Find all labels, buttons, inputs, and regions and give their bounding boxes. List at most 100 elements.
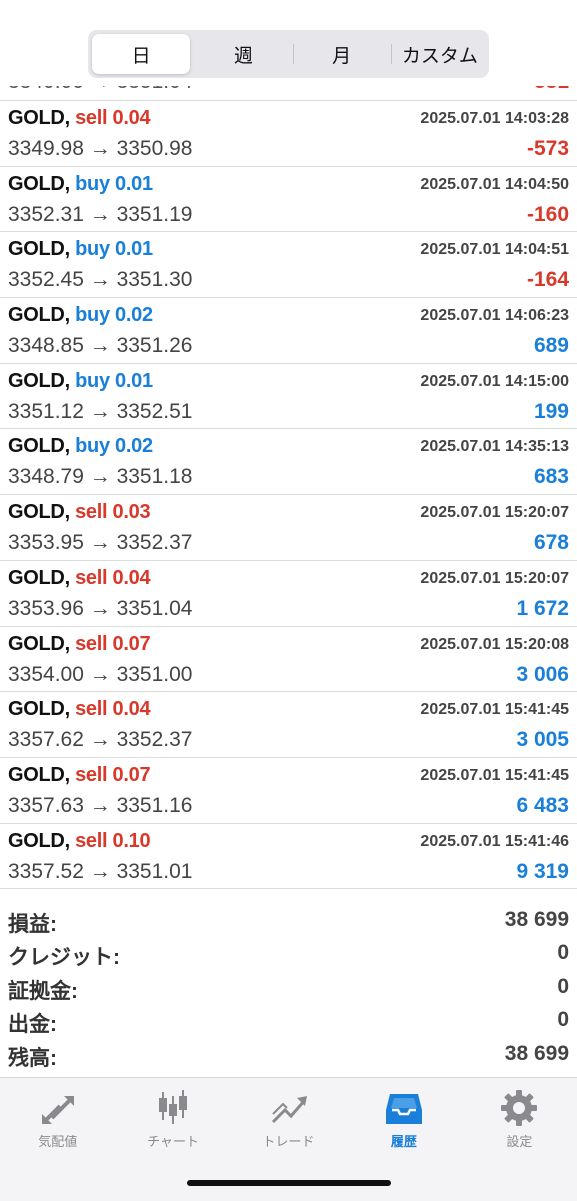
tab-trade[interactable]: トレード xyxy=(231,1078,346,1158)
trade-trend-icon xyxy=(271,1096,307,1124)
profit-value: 9 319 xyxy=(516,859,569,883)
trade-time: 2025.07.01 15:41:46 xyxy=(420,832,569,850)
trade-type: sell xyxy=(75,829,108,852)
summary-label: クレジット: xyxy=(8,946,120,970)
price-range: 3348.85 → 3351.26 xyxy=(8,334,193,358)
symbol-line: GOLD, buy 0.01 xyxy=(8,238,153,261)
trade-row[interactable]: GOLD, buy 0.01 2025.07.01 14:04:51 3352.45… xyxy=(0,232,577,299)
trade-row[interactable]: GOLD, buy 0.02 2025.07.01 14:35:13 3348.79… xyxy=(0,429,577,496)
price-range: 3357.62 → 3352.37 xyxy=(8,728,193,752)
price-range: 3351.12 → 3352.51 xyxy=(8,399,193,423)
symbol-line: GOLD, buy 0.02 xyxy=(8,435,153,458)
profit-value: 683 xyxy=(533,465,569,489)
summary-value: 38 699 xyxy=(504,1041,569,1065)
tab-history[interactable]: 履歴 xyxy=(346,1078,461,1158)
trade-lot: 0.01 xyxy=(115,369,153,392)
profit-value: 1 672 xyxy=(516,596,569,620)
tab-month[interactable]: 月 xyxy=(292,34,391,74)
summary-label: 損益: xyxy=(8,913,57,936)
profit-value: 678 xyxy=(533,531,569,555)
symbol-line: GOLD, sell 0.10 xyxy=(8,829,151,853)
price-range: 3354.00 → 3351.00 xyxy=(8,662,193,686)
trade-row[interactable]: GOLD, sell 0.03 2025.07.01 15:20:07 3353.9… xyxy=(0,495,577,561)
symbol: GOLD, xyxy=(8,304,70,327)
tab-settings[interactable]: 設定 xyxy=(462,1078,577,1158)
trade-history-list[interactable]: 3340.00 → 3351.04 -581 GOLD, sell 0.0420… xyxy=(0,64,577,890)
summary-balance-row: 残高: 38 699 xyxy=(0,1038,577,1071)
trade-type: buy xyxy=(75,369,110,392)
trade-row[interactable]: GOLD, sell 0.10 2025.07.01 15:41:46 3357.5… xyxy=(0,824,577,890)
summary-label: 残高: xyxy=(8,1046,57,1070)
account-summary: 損益: 38 699 クレジット: 0 証拠金: 0 出金: 0 残高: 38 … xyxy=(0,904,577,1071)
trade-time: 2025.07.01 15:20:07 xyxy=(420,569,569,587)
trade-row[interactable]: GOLD, sell 0.04 2025.07.01 15:41:45 3357.6… xyxy=(0,692,577,758)
trade-row[interactable]: GOLD, sell 0.07 2025.07.01 15:20:08 3354.0… xyxy=(0,627,577,693)
trade-time: 2025.07.01 14:15:00 xyxy=(420,372,569,390)
tab-label: 履歴 xyxy=(390,1134,417,1149)
summary-label: 証拠金: xyxy=(8,979,78,1003)
trade-lot: 0.03 xyxy=(112,501,151,524)
trade-time: 2025.07.01 15:20:08 xyxy=(420,635,569,653)
symbol: GOLD, xyxy=(8,435,70,458)
trade-row[interactable]: GOLD, sell 0.07 2025.07.01 15:41:45 3357.6… xyxy=(0,758,577,824)
tab-week[interactable]: 週 xyxy=(194,34,292,74)
trade-row[interactable]: GOLD, sell 0.04 2025.07.01 14:03:28 3349.9… xyxy=(0,101,577,167)
symbol: GOLD, xyxy=(8,501,70,524)
trade-type: sell xyxy=(75,107,108,129)
trade-row[interactable]: GOLD, sell 0.04 2025.07.01 15:20:07 3353.9… xyxy=(0,561,577,627)
symbol-line: GOLD, buy 0.01 xyxy=(8,173,153,196)
symbol: GOLD, xyxy=(8,172,70,195)
symbol-line: GOLD, sell 0.04 xyxy=(8,698,151,721)
summary-value: 0 xyxy=(557,941,569,965)
tab-chart[interactable]: チャート xyxy=(115,1078,230,1158)
profit-value: 199 xyxy=(533,399,569,423)
summary-value: 38 699 xyxy=(504,908,569,931)
tab-label: トレード xyxy=(262,1134,315,1149)
symbol-line: GOLD, sell 0.07 xyxy=(8,632,151,656)
symbol: GOLD, xyxy=(8,238,70,261)
trade-lot: 0.01 xyxy=(115,238,153,261)
trade-time: 2025.07.01 15:41:45 xyxy=(420,766,569,784)
candlestick-chart-icon xyxy=(159,1090,188,1124)
tab-day[interactable]: 日 xyxy=(92,34,191,74)
trade-lot: 0.04 xyxy=(112,107,151,129)
symbol: GOLD, xyxy=(8,566,70,589)
price-range: 3357.52 → 3351.01 xyxy=(8,859,193,883)
trade-type: buy xyxy=(75,238,110,261)
trade-type: sell xyxy=(75,566,108,589)
price-range: 3352.31 → 3351.19 xyxy=(8,202,193,226)
settings-gear-icon xyxy=(501,1090,538,1126)
tab-custom[interactable]: カスタム xyxy=(390,34,489,74)
summary-value: 0 xyxy=(557,1008,569,1032)
trade-lot: 0.04 xyxy=(112,698,151,721)
trade-lot: 0.04 xyxy=(112,566,151,589)
profit-value: 689 xyxy=(533,334,569,358)
trade-lot: 0.02 xyxy=(115,435,153,458)
trade-lot: 0.02 xyxy=(115,304,153,327)
symbol: GOLD, xyxy=(8,763,70,786)
trade-lot: 0.07 xyxy=(112,763,151,786)
symbol-line: GOLD, buy 0.02 xyxy=(8,304,153,327)
trade-type: sell xyxy=(75,501,108,524)
tab-label: 気配値 xyxy=(38,1134,78,1149)
trade-time: 2025.07.01 15:41:45 xyxy=(420,701,569,719)
tab-label: チャート xyxy=(147,1134,200,1149)
summary-withdrawal-row: 出金: 0 xyxy=(0,1004,577,1037)
summary-credit-row: クレジット: 0 xyxy=(0,937,577,970)
trade-row[interactable]: GOLD, buy 0.01 2025.07.01 14:04:50 3352.31… xyxy=(0,167,577,233)
trade-row[interactable]: GOLD, buy 0.01 2025.07.01 14:15:00 3351.12… xyxy=(0,364,577,430)
tab-quotes[interactable]: 気配値 xyxy=(0,1078,115,1158)
summary-margin-row: 証拠金: 0 xyxy=(0,971,577,1004)
profit-value: 3 006 xyxy=(516,662,569,686)
symbol: GOLD, xyxy=(8,632,70,655)
trade-lot: 0.07 xyxy=(112,632,151,655)
tab-label: 設定 xyxy=(506,1134,533,1149)
summary-label: 出金: xyxy=(8,1013,57,1037)
quotes-arrows-icon xyxy=(41,1096,74,1124)
top-bar: 日 週 月 カスタム xyxy=(0,0,577,86)
profit-value: -164 xyxy=(526,268,569,292)
trade-time: 2025.07.01 14:06:23 xyxy=(420,307,569,325)
trade-time: 2025.07.01 14:04:51 xyxy=(420,241,569,259)
home-indicator[interactable] xyxy=(187,1180,391,1186)
trade-row[interactable]: GOLD, buy 0.02 2025.07.01 14:06:23 3348.85… xyxy=(0,298,577,364)
